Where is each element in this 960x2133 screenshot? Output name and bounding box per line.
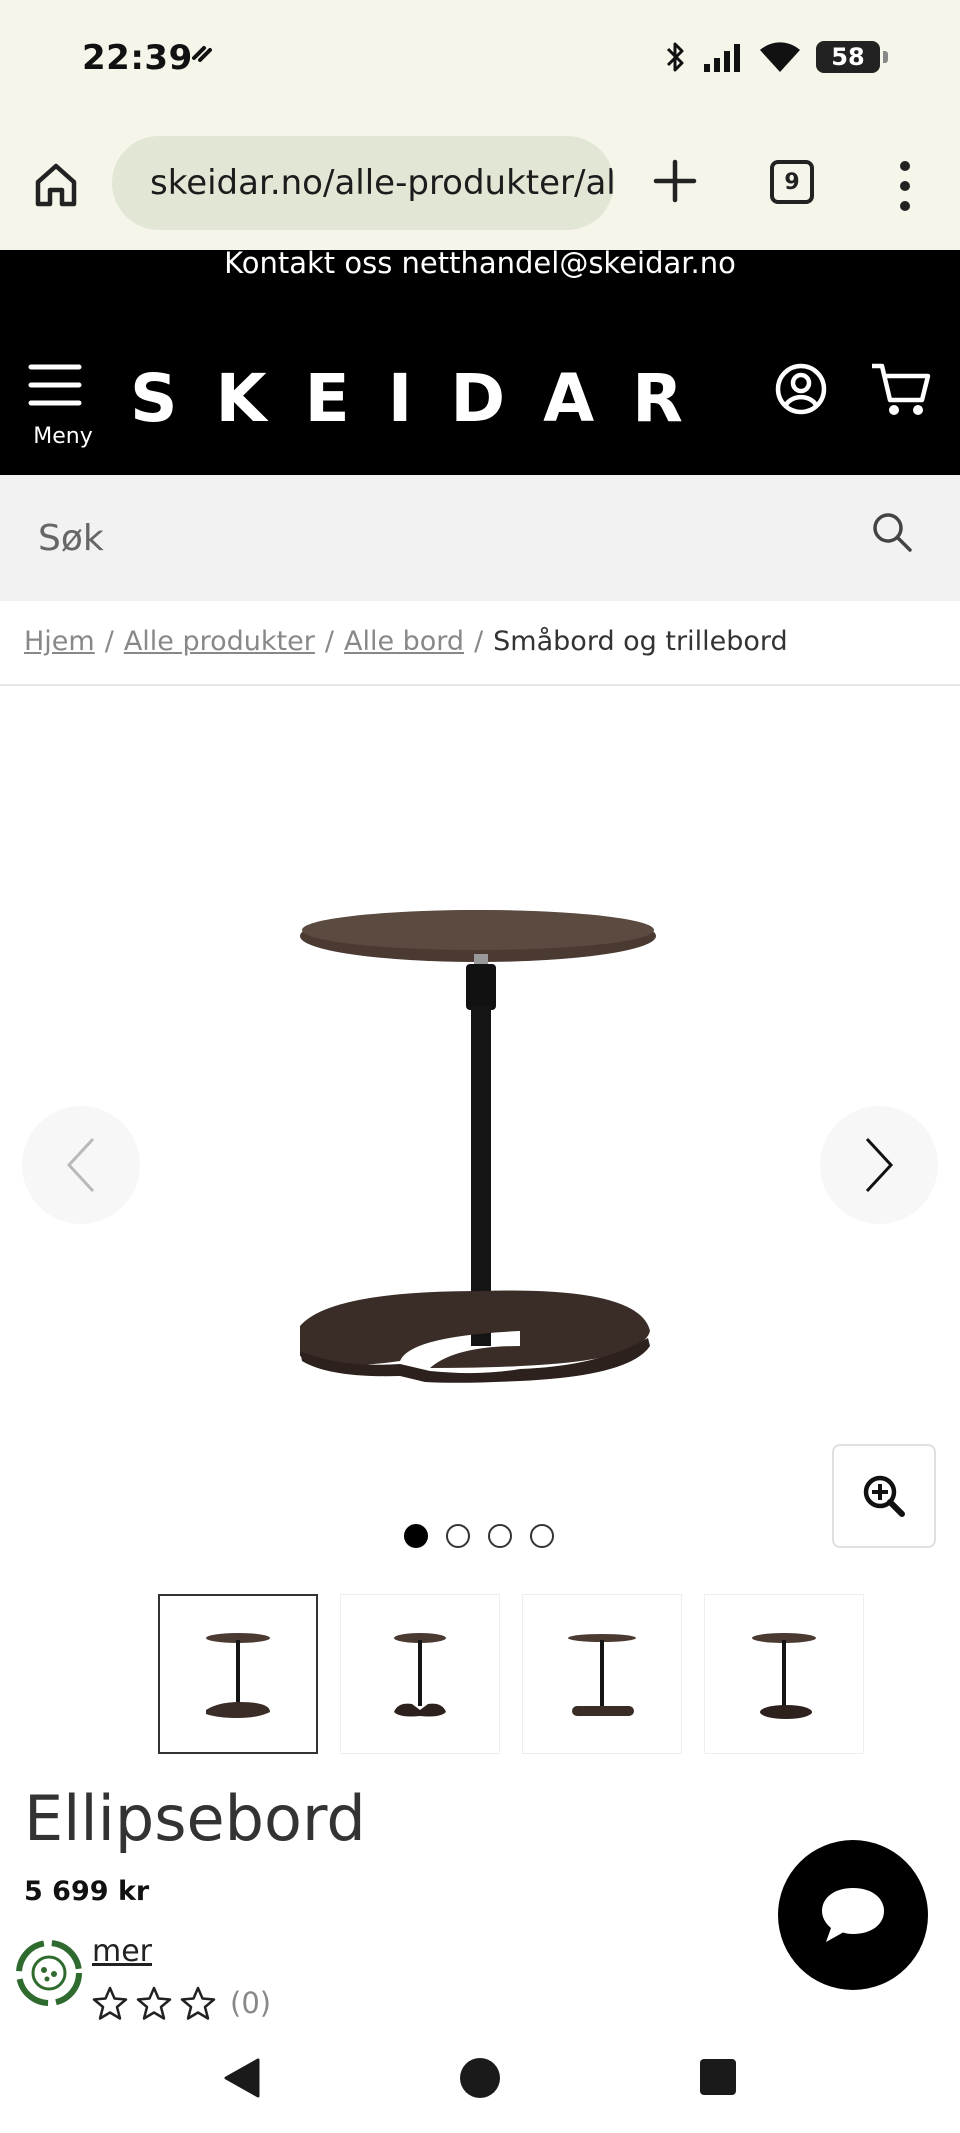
thumbnail-strip [158, 1594, 864, 1754]
breadcrumb-separator: / [104, 626, 114, 657]
previous-image-button[interactable] [22, 1106, 140, 1224]
product-gallery [0, 686, 960, 1586]
zoom-in-icon [863, 1475, 905, 1517]
eco-badge[interactable] [14, 1938, 84, 2008]
breadcrumb-current: Småbord og trillebord [493, 626, 788, 657]
menu-label: Meny [33, 424, 93, 449]
product-title: Ellipsebord [24, 1782, 366, 1855]
breadcrumb-home[interactable]: Hjem [24, 626, 95, 657]
site-logo[interactable]: SKEIDAR [130, 360, 721, 437]
thumbnail[interactable] [340, 1594, 500, 1754]
rating-count: (0) [230, 1986, 272, 2020]
thumbnail[interactable] [704, 1594, 864, 1754]
data-saver-icon [192, 46, 212, 62]
account-icon[interactable] [774, 362, 828, 416]
address-bar[interactable]: skeidar.no/alle-produkter/alle-bord/smab… [112, 136, 614, 230]
home-nav-icon[interactable] [460, 2058, 500, 2098]
url-text: skeidar.no/alle-produkter/alle-bord/smab… [150, 163, 614, 203]
gallery-dot[interactable] [404, 1524, 428, 1548]
system-nav-bar [0, 2026, 960, 2133]
back-icon[interactable] [220, 2056, 264, 2100]
more-vert-icon[interactable] [890, 158, 920, 214]
menu-button[interactable]: Meny [28, 362, 98, 452]
search-input[interactable] [38, 513, 838, 563]
product-image[interactable] [270, 906, 670, 1426]
thumbnail-image [752, 1633, 816, 1719]
status-icons: 58 [664, 40, 888, 74]
chevron-right-icon [865, 1137, 894, 1193]
rating[interactable]: (0) [92, 1986, 271, 2020]
star-icon [136, 1986, 172, 2020]
battery-icon: 58 [816, 41, 888, 73]
bluetooth-icon [666, 42, 684, 72]
plus-icon[interactable] [650, 156, 700, 206]
eco-badge-icon [16, 1940, 82, 2006]
screen: 22:39 58 skeidar.no/alle-produkter/al 9 … [0, 0, 960, 2133]
breadcrumb-separator: / [324, 626, 334, 657]
hamburger-icon [28, 364, 82, 406]
gallery-dot[interactable] [446, 1524, 470, 1548]
gallery-dots [404, 1524, 554, 1548]
search-bar [0, 475, 960, 601]
gallery-dot[interactable] [530, 1524, 554, 1548]
thumbnail[interactable] [158, 1594, 318, 1754]
thumbnail[interactable] [522, 1594, 682, 1754]
battery-level: 58 [831, 43, 865, 71]
breadcrumb-all-products[interactable]: Alle produkter [124, 626, 315, 657]
next-image-button[interactable] [820, 1106, 938, 1224]
contact-banner: Kontakt oss netthandel@skeidar.no [0, 249, 960, 300]
thumbnail-image [568, 1634, 636, 1716]
chat-icon [822, 1888, 884, 1942]
chevron-left-icon [66, 1137, 95, 1193]
cart-icon[interactable] [870, 360, 932, 418]
product-price: 5 699 kr [24, 1876, 150, 1907]
browser-toolbar: skeidar.no/alle-produkter/alle-bord/smab… [0, 118, 960, 250]
search-icon[interactable] [870, 510, 914, 554]
tab-count: 9 [784, 169, 800, 195]
chat-button[interactable] [778, 1840, 928, 1990]
wifi-icon [760, 42, 800, 72]
star-icon [180, 1986, 216, 2020]
zoom-button[interactable] [832, 1444, 936, 1548]
tabs-icon[interactable]: 9 [770, 160, 814, 204]
breadcrumb-all-tables[interactable]: Alle bord [344, 626, 464, 657]
breadcrumb: Hjem / Alle produkter / Alle bord / Småbord og… [24, 626, 788, 657]
home-icon[interactable] [30, 158, 82, 210]
star-icon [92, 1986, 128, 2020]
gallery-dot[interactable] [488, 1524, 512, 1548]
site-header: Meny SKEIDAR [0, 300, 960, 475]
recents-icon[interactable] [700, 2059, 736, 2095]
status-bar: 22:39 58 [0, 0, 960, 118]
status-time: 22:39 [82, 38, 193, 78]
read-more-link[interactable]: mer [92, 1934, 152, 1969]
thumbnail-image [206, 1633, 270, 1718]
signal-icon [704, 44, 740, 72]
breadcrumb-separator: / [474, 626, 484, 657]
thumbnail-image [394, 1633, 446, 1717]
